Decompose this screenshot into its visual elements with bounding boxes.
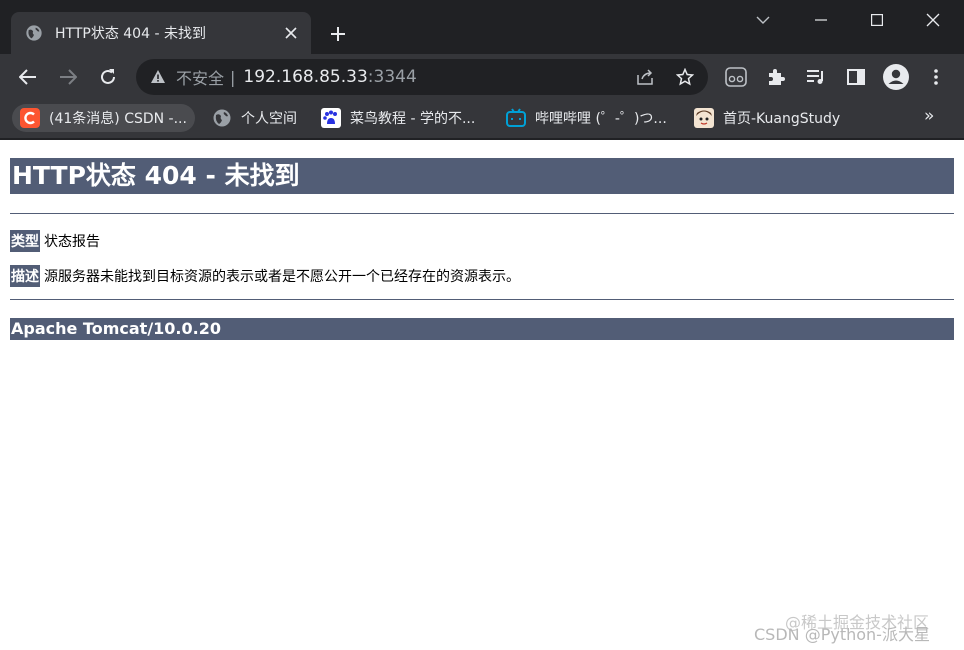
close-window-icon[interactable] xyxy=(918,6,948,34)
side-panel-icon[interactable] xyxy=(842,63,870,91)
browser-tab[interactable]: HTTP状态 404 - 未找到 xyxy=(11,12,311,54)
star-bookmark-icon[interactable] xyxy=(674,66,696,88)
type-value: 状态报告 xyxy=(44,234,100,250)
csdn-icon xyxy=(20,108,40,128)
media-queue-icon[interactable] xyxy=(802,63,830,91)
type-row: 类型 状态报告 xyxy=(10,230,100,252)
insecure-label[interactable]: 不安全 xyxy=(176,65,224,89)
divider xyxy=(10,299,954,300)
bookmarks-bar: (41条消息) CSDN -... 个人空间 菜鸟教程 - 学的不... 哔哩哔… xyxy=(0,100,964,138)
bookmark-label: 个人空间 xyxy=(241,111,297,127)
description-key: 描述 xyxy=(10,265,40,287)
description-row: 描述 源服务器未能找到目标资源的表示或者是不愿公开一个已经存在的资源表示。 xyxy=(10,265,520,287)
browser-toolbar: 不安全 | 192.168.85.33:3344 xyxy=(0,54,964,100)
description-value: 源服务器未能找到目标资源的表示或者是不愿公开一个已经存在的资源表示。 xyxy=(44,269,520,285)
share-icon[interactable] xyxy=(634,66,656,88)
tab-title: HTTP状态 404 - 未找到 xyxy=(55,26,206,42)
bookmark-label: 菜鸟教程 - 学的不... xyxy=(350,111,476,127)
minimize-icon[interactable] xyxy=(806,6,836,34)
type-key: 类型 xyxy=(10,230,40,252)
new-tab-plus-icon[interactable] xyxy=(326,22,350,46)
bookmark-personal-space[interactable]: 个人空间 xyxy=(204,104,305,132)
server-info: Apache Tomcat/10.0.20 xyxy=(10,318,954,340)
reading-extension-icon[interactable] xyxy=(722,63,750,91)
bilibili-icon xyxy=(506,108,526,127)
bookmark-runoob[interactable]: 菜鸟教程 - 学的不... xyxy=(313,104,483,132)
url-host: 192.168.85.33 xyxy=(243,67,368,87)
browser-titlebar: HTTP状态 404 - 未找到 xyxy=(0,0,964,54)
globe-icon xyxy=(26,25,42,41)
warning-triangle-icon[interactable] xyxy=(150,69,166,85)
bookmark-label: 首页-KuangStudy xyxy=(723,111,841,127)
reload-icon[interactable] xyxy=(94,63,122,91)
profile-avatar-icon[interactable] xyxy=(882,63,910,91)
bookmark-label: 哔哩哔哩 (゜-゜)つ... xyxy=(535,111,667,127)
bookmark-kuangstudy[interactable]: 首页-KuangStudy xyxy=(686,104,848,132)
back-arrow-icon[interactable] xyxy=(14,63,42,91)
watermark-csdn: CSDN @Python-派大星 xyxy=(754,625,930,644)
globe-icon xyxy=(213,109,231,127)
maximize-icon[interactable] xyxy=(862,6,892,34)
tab-search-chevron-icon[interactable] xyxy=(748,6,778,34)
address-bar[interactable]: 不安全 | 192.168.85.33:3344 xyxy=(136,59,708,95)
error-title: HTTP状态 404 - 未找到 xyxy=(10,158,954,194)
extensions-puzzle-icon[interactable] xyxy=(762,63,790,91)
bookmark-csdn[interactable]: (41条消息) CSDN -... xyxy=(12,104,195,132)
url-port: :3344 xyxy=(367,67,417,87)
bookmark-label: (41条消息) CSDN -... xyxy=(49,111,187,127)
page-content: HTTP状态 404 - 未找到 类型 状态报告 描述 源服务器未能找到目标资源… xyxy=(0,140,964,650)
url-separator: | xyxy=(230,67,236,87)
avatar-icon xyxy=(694,108,714,128)
baidu-paw-icon xyxy=(321,108,341,128)
menu-kebab-icon[interactable] xyxy=(922,63,950,91)
bookmarks-overflow-chevron-icon[interactable]: » xyxy=(924,106,934,126)
forward-arrow-icon[interactable] xyxy=(54,63,82,91)
tab-close-icon[interactable] xyxy=(281,23,301,43)
divider xyxy=(10,213,954,214)
bookmark-bilibili[interactable]: 哔哩哔哩 (゜-゜)つ... xyxy=(498,104,675,132)
